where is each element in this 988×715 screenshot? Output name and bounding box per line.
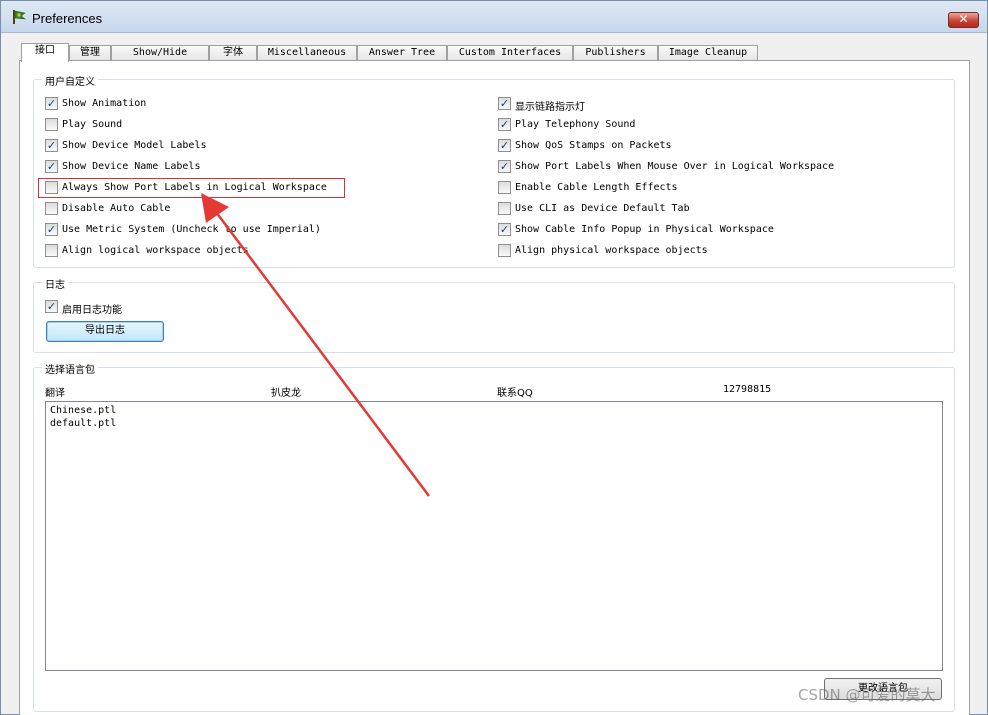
annotation-arrow <box>201 193 430 497</box>
tab-label: 接口 <box>35 45 55 56</box>
preferences-window: Preferences ✕ 接口 管理 Show/Hide 字体 Miscell… <box>0 0 988 715</box>
tab-interface[interactable]: 接口 <box>21 43 69 62</box>
watermark: CSDN @可爱的莫大 <box>798 686 936 704</box>
